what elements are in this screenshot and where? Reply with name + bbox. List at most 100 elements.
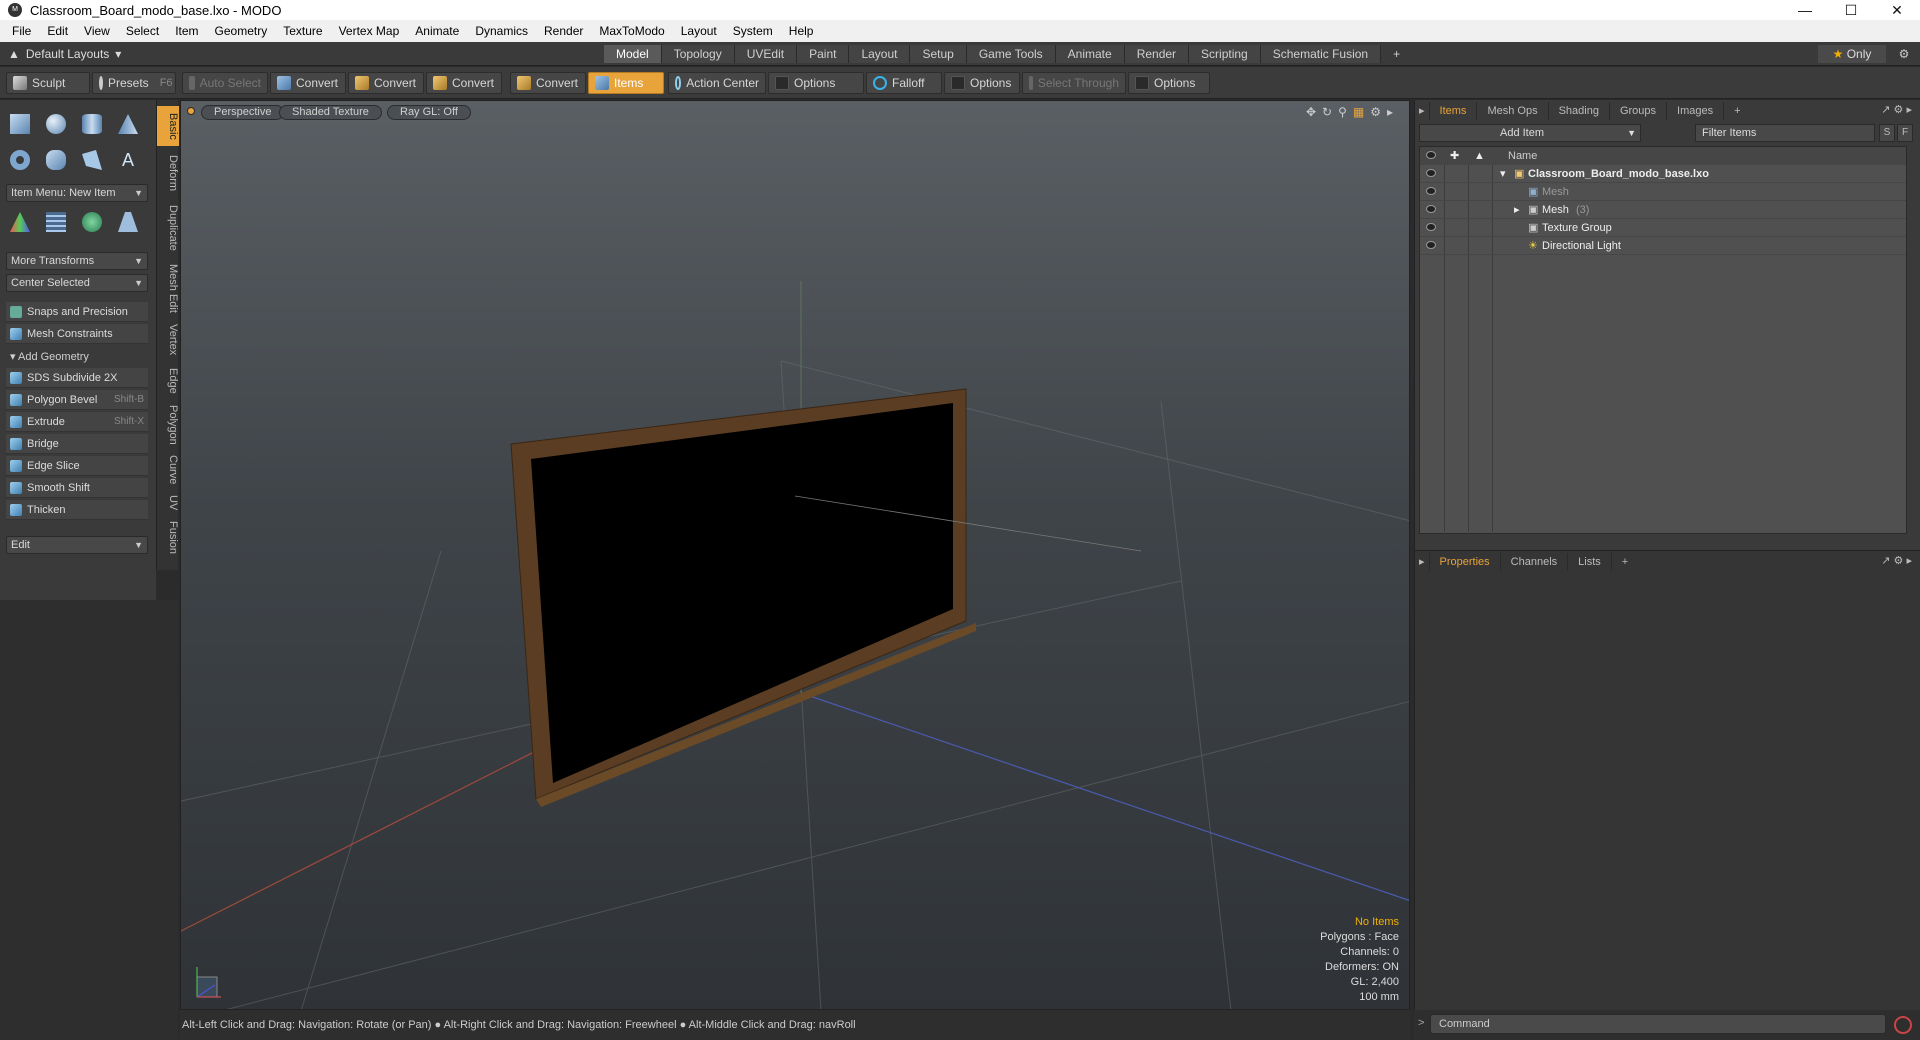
menu-vertex-map[interactable]: Vertex Map [331, 24, 408, 38]
pen-tool-button[interactable] [76, 144, 108, 176]
vtab-fusion[interactable]: Fusion [157, 518, 179, 558]
command-input[interactable]: Command [1430, 1014, 1886, 1034]
options-button-1[interactable]: Options [768, 72, 864, 94]
edit-dropdown[interactable]: Edit ▼ [6, 536, 148, 554]
tree-row-mesh-group[interactable]: ▸ ▣ Mesh (3) [1420, 201, 1906, 219]
move-tool-button[interactable] [4, 206, 36, 238]
menu-help[interactable]: Help [781, 24, 822, 38]
gear-icon[interactable]: ⚙ [1894, 45, 1914, 63]
maximize-panel-icon[interactable]: ↗ [1881, 104, 1890, 116]
sphere-primitive-button[interactable] [40, 108, 72, 140]
tab-game-tools[interactable]: Game Tools [966, 45, 1056, 63]
tab-items[interactable]: Items [1430, 102, 1478, 120]
close-icon[interactable]: ✕ [1874, 0, 1920, 20]
rotate-icon[interactable]: ↻ [1322, 105, 1332, 119]
center-selected-dropdown[interactable]: Center Selected ▼ [6, 274, 148, 292]
tab-mesh-ops[interactable]: Mesh Ops [1477, 102, 1549, 120]
action-center-button[interactable]: Action Center [668, 72, 766, 94]
collapse-icon[interactable]: ▲ [8, 47, 20, 61]
panel-menu-icon[interactable]: ▸ [1415, 102, 1430, 120]
cone-primitive-button[interactable] [112, 108, 144, 140]
cube-primitive-button[interactable] [4, 108, 36, 140]
tab-scripting[interactable]: Scripting [1189, 45, 1261, 63]
select-through-button[interactable]: Select Through [1022, 72, 1126, 94]
tool-polygon-bevel[interactable]: Polygon Bevel Shift-B [6, 390, 148, 410]
item-menu-dropdown[interactable]: Item Menu: New Item ▼ [6, 184, 148, 202]
3d-viewport[interactable]: Perspective Shaded Texture Ray GL: Off ✥… [180, 100, 1410, 1010]
options-button-2[interactable]: Options [944, 72, 1020, 94]
tool-smooth-shift[interactable]: Smooth Shift [6, 478, 148, 498]
add-item-dropdown[interactable]: Add Item ▼ [1419, 124, 1641, 142]
visibility-eye-icon[interactable] [1426, 169, 1436, 177]
menu-view[interactable]: View [76, 24, 118, 38]
falloff-button[interactable]: Falloff [866, 72, 942, 94]
tab-groups[interactable]: Groups [1610, 102, 1668, 120]
record-icon[interactable] [1894, 1016, 1912, 1034]
tree-row-texture-group[interactable]: ▣ Texture Group [1420, 219, 1906, 237]
cylinder-primitive-button[interactable] [76, 108, 108, 140]
visibility-eye-icon[interactable] [1426, 223, 1436, 231]
viewport-options-icon[interactable] [187, 107, 195, 115]
tab-animate[interactable]: Animate [1055, 45, 1125, 63]
add-tab-icon[interactable]: + [1724, 102, 1750, 120]
tab-setup[interactable]: Setup [910, 45, 967, 63]
vtab-duplicate[interactable]: Duplicate [157, 200, 179, 256]
tab-schematic-fusion[interactable]: Schematic Fusion [1260, 45, 1382, 63]
auto-select-button[interactable]: Auto Select [182, 72, 268, 94]
tube-primitive-button[interactable] [40, 144, 72, 176]
vtab-uv[interactable]: UV [157, 492, 179, 514]
expand-triangle-icon[interactable]: ▸ [1514, 201, 1520, 219]
gear-icon[interactable]: ⚙ [1894, 104, 1904, 116]
convert-polygons-button[interactable]: Convert [426, 72, 502, 94]
vtab-polygon[interactable]: Polygon [157, 402, 179, 448]
menu-item[interactable]: Item [167, 24, 206, 38]
tab-model[interactable]: Model [604, 45, 662, 63]
zoom-icon[interactable]: ⚲ [1338, 105, 1347, 119]
maximize-panel-icon[interactable]: ↗ [1881, 555, 1890, 567]
menu-layout[interactable]: Layout [673, 24, 725, 38]
taper-tool-button[interactable] [112, 206, 144, 238]
minimize-icon[interactable]: — [1782, 0, 1828, 20]
vtab-deform[interactable]: Deform [157, 150, 179, 196]
tool-extrude[interactable]: Extrude Shift-X [6, 412, 148, 432]
tab-channels[interactable]: Channels [1501, 553, 1569, 571]
add-tab-icon[interactable]: + [1381, 45, 1412, 63]
menu-geometry[interactable]: Geometry [207, 24, 276, 38]
grid-tool-button[interactable] [40, 206, 72, 238]
tab-render[interactable]: Render [1124, 45, 1190, 63]
vtab-curve[interactable]: Curve [157, 452, 179, 488]
tab-layout[interactable]: Layout [849, 45, 911, 63]
convert-materials-button[interactable]: Convert [510, 72, 586, 94]
menu-render[interactable]: Render [536, 24, 591, 38]
only-button[interactable]: ★ Only [1818, 45, 1886, 63]
vtab-basic[interactable]: Basic [157, 106, 179, 146]
tab-topology[interactable]: Topology [661, 45, 735, 63]
torus-primitive-button[interactable] [4, 144, 36, 176]
shading-button[interactable]: Shaded Texture [279, 105, 382, 120]
vtab-mesh-edit[interactable]: Mesh Edit [157, 260, 179, 316]
tab-paint[interactable]: Paint [797, 45, 850, 63]
menu-dynamics[interactable]: Dynamics [467, 24, 536, 38]
vtab-vertex[interactable]: Vertex [157, 320, 179, 360]
tool-thicken[interactable]: Thicken [6, 500, 148, 520]
menu-edit[interactable]: Edit [39, 24, 76, 38]
tree-row-mesh-1[interactable]: ▣ Mesh [1420, 183, 1906, 201]
expand-triangle-icon[interactable]: ▾ [1500, 165, 1506, 183]
fit-icon[interactable]: ▦ [1353, 105, 1364, 119]
options-button-3[interactable]: Options [1128, 72, 1210, 94]
items-mode-button[interactable]: Items [588, 72, 664, 94]
s-button[interactable]: S [1879, 124, 1895, 142]
visibility-eye-icon[interactable] [1426, 205, 1436, 213]
tab-uvedit[interactable]: UVEdit [734, 45, 798, 63]
menu-select[interactable]: Select [118, 24, 167, 38]
tool-sds-subdivide[interactable]: SDS Subdivide 2X [6, 368, 148, 388]
convert-edges-button[interactable]: Convert [348, 72, 424, 94]
raygl-button[interactable]: Ray GL: Off [387, 105, 471, 120]
tool-edge-slice[interactable]: Edge Slice [6, 456, 148, 476]
sculpt-button[interactable]: Sculpt [6, 72, 90, 94]
maximize-icon[interactable]: ☐ [1828, 0, 1874, 20]
sphere-morph-button[interactable] [76, 206, 108, 238]
visibility-eye-icon[interactable] [1426, 187, 1436, 195]
filter-items-input[interactable]: Filter Items [1695, 124, 1875, 142]
tab-lists[interactable]: Lists [1568, 553, 1612, 571]
